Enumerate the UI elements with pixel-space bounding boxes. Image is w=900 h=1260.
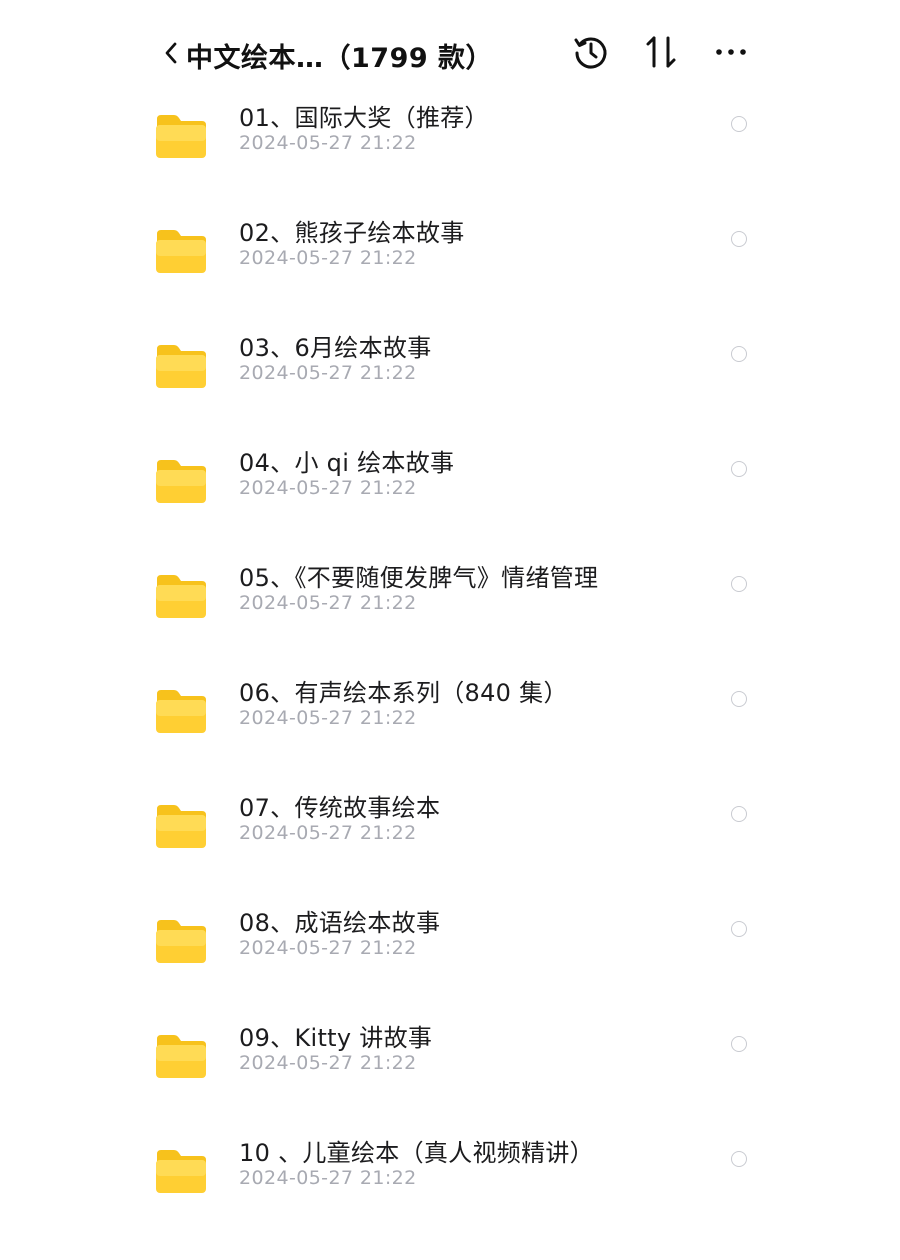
back-button[interactable] — [160, 39, 182, 67]
select-radio[interactable] — [731, 1151, 747, 1167]
folder-icon — [156, 805, 206, 848]
folder-row-01[interactable]: 01、国际大奖（推荐） 2024-05-27 21:22 — [0, 104, 900, 225]
folder-name: 04、小 qi 绘本故事 — [239, 449, 455, 477]
folder-name: 05、《不要随便发脾气》情绪管理 — [239, 564, 599, 592]
page-title: 中文绘本…（1799 款） — [186, 43, 494, 74]
folder-icon — [156, 920, 206, 963]
more-icon — [716, 49, 746, 55]
folder-date: 2024-05-27 21:22 — [239, 822, 417, 844]
folder-date: 2024-05-27 21:22 — [239, 1167, 417, 1189]
folder-name: 09、Kitty 讲故事 — [239, 1024, 433, 1052]
folder-icon — [156, 575, 206, 618]
folder-date: 2024-05-27 21:22 — [239, 707, 417, 729]
folder-name: 03、6月绘本故事 — [239, 334, 432, 362]
select-radio[interactable] — [731, 346, 747, 362]
history-button[interactable] — [571, 32, 611, 72]
sort-button[interactable] — [641, 32, 681, 72]
folder-icon — [156, 345, 206, 388]
folder-date: 2024-05-27 21:22 — [239, 592, 417, 614]
folder-date: 2024-05-27 21:22 — [239, 937, 417, 959]
folder-icon — [156, 230, 206, 273]
select-radio[interactable] — [731, 1036, 747, 1052]
folder-icon — [156, 1035, 206, 1078]
select-radio[interactable] — [731, 461, 747, 477]
top-bar: 中文绘本…（1799 款） — [0, 0, 900, 100]
folder-date: 2024-05-27 21:22 — [239, 247, 417, 269]
folder-icon — [156, 460, 206, 503]
select-radio[interactable] — [731, 576, 747, 592]
folder-name: 10 、儿童绘本（真人视频精讲） — [239, 1139, 594, 1167]
folder-icon — [156, 1150, 206, 1193]
folder-row-02[interactable]: 02、熊孩子绘本故事 2024-05-27 21:22 — [0, 219, 900, 340]
more-button[interactable] — [711, 32, 751, 72]
select-radio[interactable] — [731, 116, 747, 132]
folder-row-03[interactable]: 03、6月绘本故事 2024-05-27 21:22 — [0, 334, 900, 455]
select-radio[interactable] — [731, 806, 747, 822]
folder-name: 01、国际大奖（推荐） — [239, 104, 489, 132]
folder-name: 08、成语绘本故事 — [239, 909, 441, 937]
folder-row-10[interactable]: 10 、儿童绘本（真人视频精讲） 2024-05-27 21:22 — [0, 1139, 900, 1260]
chevron-left-icon — [165, 42, 177, 64]
folder-icon — [156, 115, 206, 158]
folder-row-04[interactable]: 04、小 qi 绘本故事 2024-05-27 21:22 — [0, 449, 900, 570]
folder-date: 2024-05-27 21:22 — [239, 132, 417, 154]
select-radio[interactable] — [731, 691, 747, 707]
select-radio[interactable] — [731, 921, 747, 937]
history-icon — [574, 37, 607, 69]
folder-row-09[interactable]: 09、Kitty 讲故事 2024-05-27 21:22 — [0, 1024, 900, 1145]
sort-icon — [646, 36, 676, 68]
folder-row-08[interactable]: 08、成语绘本故事 2024-05-27 21:22 — [0, 909, 900, 1030]
select-radio[interactable] — [731, 231, 747, 247]
folder-date: 2024-05-27 21:22 — [239, 1052, 417, 1074]
folder-date: 2024-05-27 21:22 — [239, 477, 417, 499]
folder-date: 2024-05-27 21:22 — [239, 362, 417, 384]
folder-row-07[interactable]: 07、传统故事绘本 2024-05-27 21:22 — [0, 794, 900, 915]
folder-name: 07、传统故事绘本 — [239, 794, 441, 822]
folder-row-05[interactable]: 05、《不要随便发脾气》情绪管理 2024-05-27 21:22 — [0, 564, 900, 685]
folder-name: 02、熊孩子绘本故事 — [239, 219, 465, 247]
folder-name: 06、有声绘本系列（840 集） — [239, 679, 568, 707]
folder-row-06[interactable]: 06、有声绘本系列（840 集） 2024-05-27 21:22 — [0, 679, 900, 800]
folder-icon — [156, 690, 206, 733]
